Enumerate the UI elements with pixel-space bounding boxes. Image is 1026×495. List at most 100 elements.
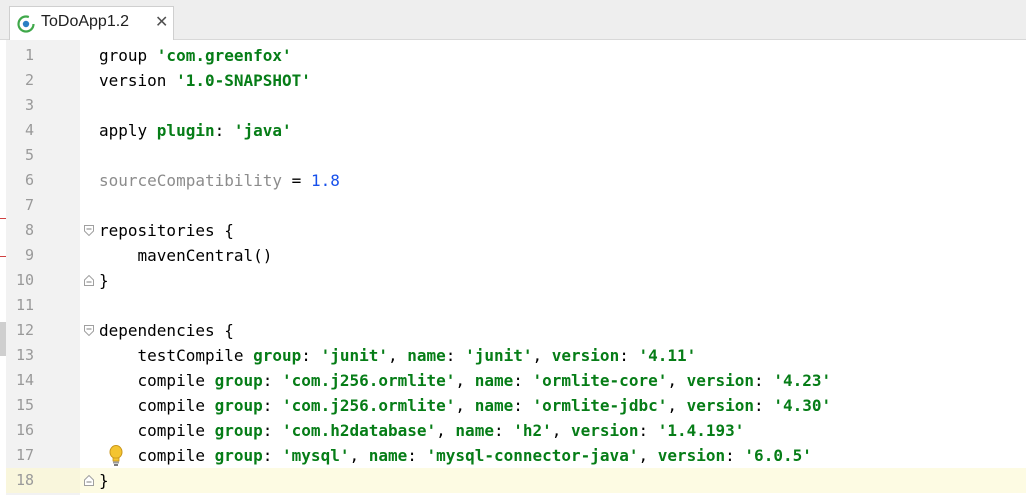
line-number: 6: [24, 171, 34, 189]
code-token: 'h2': [513, 421, 552, 440]
code-token: 'junit': [465, 346, 533, 365]
code-line[interactable]: mavenCentral(): [99, 243, 273, 268]
code-token: sourceCompatibility: [99, 171, 283, 190]
code-token: ,: [638, 446, 658, 465]
code-token: 'ormlite-core': [532, 371, 668, 390]
fold-open-icon[interactable]: [84, 325, 94, 336]
line-number: 15: [15, 396, 34, 414]
lightbulb-icon[interactable]: [107, 444, 125, 468]
line-number: 13: [15, 346, 34, 364]
code-line[interactable]: testCompile group: 'junit', name: 'junit…: [99, 343, 697, 368]
code-token: name: [407, 346, 446, 365]
code-token: 'com.greenfox': [156, 46, 292, 65]
code-token: ,: [667, 371, 687, 390]
code-token: 1.8: [310, 171, 340, 190]
code-token: :: [262, 421, 283, 440]
code-token: repositories {: [99, 221, 234, 240]
code-token: 'java': [233, 121, 292, 140]
line-number: 17: [15, 446, 34, 464]
line-number: 8: [24, 221, 34, 239]
gradle-project-icon: [17, 15, 35, 33]
current-line-highlight: [80, 468, 1026, 493]
code-token: dependencies {: [99, 321, 234, 340]
code-token: version: [99, 71, 177, 90]
code-token: compile: [99, 371, 215, 390]
line-number: 4: [24, 121, 34, 139]
code-token: testCompile: [99, 346, 254, 365]
fold-close-icon[interactable]: [84, 475, 94, 486]
line-number: 9: [24, 246, 34, 264]
code-token: ,: [551, 421, 572, 440]
code-token: version: [686, 396, 755, 415]
code-line[interactable]: group 'com.greenfox': [99, 43, 292, 68]
code-token: version: [657, 446, 726, 465]
code-token: mavenCentral(): [99, 246, 273, 265]
code-token: ,: [667, 396, 687, 415]
code-line[interactable]: version '1.0-SNAPSHOT': [99, 68, 311, 93]
code-token: apply: [99, 121, 157, 140]
code-token: :: [262, 396, 283, 415]
code-line[interactable]: compile group: 'com.h2database', name: '…: [99, 418, 745, 443]
code-line[interactable]: repositories {: [99, 218, 234, 243]
code-token: 'mysql': [282, 446, 350, 465]
fold-open-icon[interactable]: [84, 225, 94, 236]
editor-tab-bar: ToDoApp1.2 ✕: [0, 0, 1026, 40]
code-token: '6.0.5': [744, 446, 812, 465]
code-token: ,: [436, 421, 456, 440]
code-token: 'junit': [320, 346, 388, 365]
fold-close-icon[interactable]: [84, 275, 94, 286]
code-token: :: [445, 346, 466, 365]
code-line[interactable]: compile group: 'com.j256.ormlite', name:…: [99, 393, 832, 418]
code-line[interactable]: dependencies {: [99, 318, 234, 343]
code-token: ,: [388, 346, 408, 365]
code-token: ,: [455, 371, 475, 390]
code-token: '4.11': [638, 346, 697, 365]
code-line[interactable]: }: [99, 468, 109, 493]
code-token: :: [638, 421, 658, 440]
code-token: '1.4.193': [657, 421, 745, 440]
line-number: 1: [24, 46, 34, 64]
code-token: :: [262, 446, 283, 465]
code-token: version: [686, 371, 755, 390]
code-token: :: [725, 446, 745, 465]
line-number: 18: [15, 471, 34, 489]
code-token: version: [551, 346, 620, 365]
line-number: 5: [24, 146, 34, 164]
code-token: :: [754, 396, 774, 415]
code-token: name: [455, 421, 494, 440]
code-line[interactable]: }: [99, 268, 109, 293]
code-token: ,: [455, 396, 475, 415]
code-token: 'com.h2database': [282, 421, 437, 440]
code-token: name: [474, 396, 514, 415]
line-number: 3: [24, 96, 34, 114]
tab-label: ToDoApp1.2: [41, 13, 130, 30]
code-line[interactable]: compile group: 'com.j256.ormlite', name:…: [99, 368, 832, 393]
code-token: :: [619, 346, 639, 365]
tab-todoapp[interactable]: ToDoApp1.2 ✕: [9, 6, 174, 40]
line-number: 11: [15, 296, 34, 314]
code-line[interactable]: compile group: 'mysql', name: 'mysql-con…: [99, 443, 812, 468]
code-token: :: [262, 371, 283, 390]
close-icon[interactable]: ✕: [155, 12, 168, 31]
code-token: }: [99, 271, 109, 290]
line-number: 12: [15, 321, 34, 339]
line-number: 14: [15, 371, 34, 389]
code-token: group: [214, 396, 263, 415]
line-number: 10: [15, 271, 34, 289]
code-token: group: [214, 446, 263, 465]
code-token: :: [214, 121, 234, 140]
code-editor[interactable]: 1 2 3 4 5 6 7 8 9 10 11 12 13 14 15 16 17 18 group 'com.gr…: [0, 40, 1026, 495]
code-token: 'ormlite-jdbc': [532, 396, 668, 415]
code-token: group: [214, 421, 263, 440]
code-line[interactable]: sourceCompatibility = 1.8: [99, 168, 340, 193]
code-token: 'com.j256.ormlite': [282, 371, 456, 390]
code-token: :: [754, 371, 774, 390]
code-token: ,: [532, 346, 552, 365]
code-line[interactable]: apply plugin: 'java': [99, 118, 292, 143]
code-token: =: [282, 171, 311, 190]
code-token: '1.0-SNAPSHOT': [176, 71, 311, 90]
code-token: :: [407, 446, 427, 465]
code-token: 'mysql-connector-java': [426, 446, 639, 465]
code-token: plugin: [156, 121, 215, 140]
line-number: 7: [24, 196, 34, 214]
